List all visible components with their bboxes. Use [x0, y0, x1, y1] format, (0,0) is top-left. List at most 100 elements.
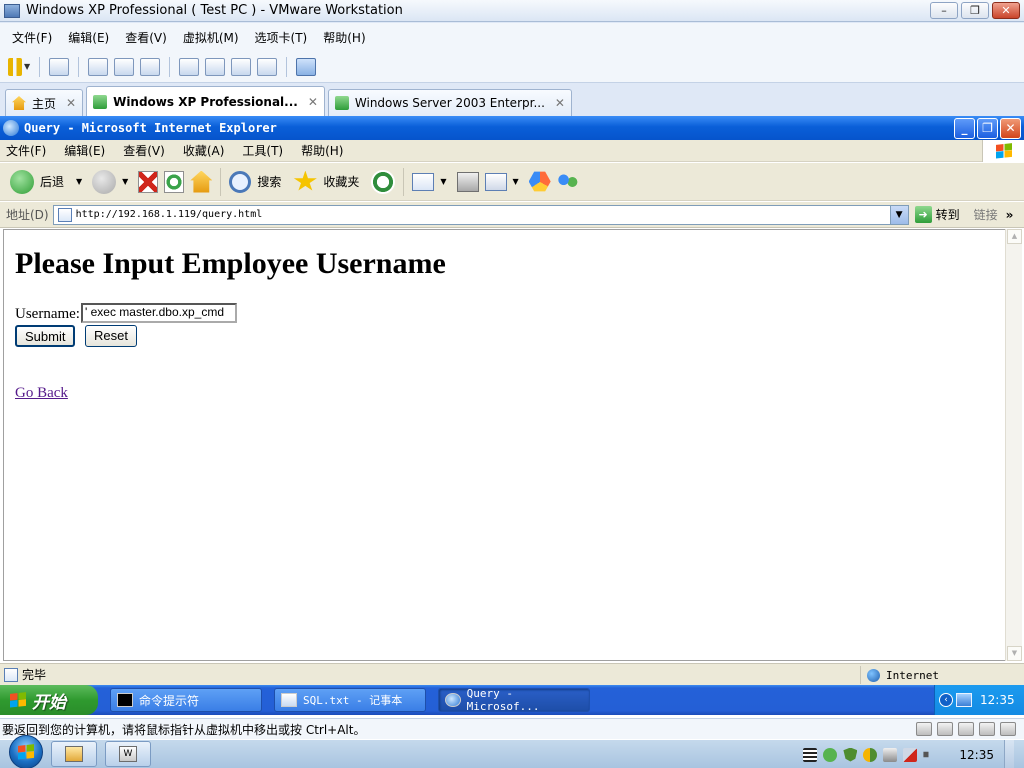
username-input[interactable]: ' exec master.dbo.xp_cmd [80, 303, 237, 323]
xp-taskbar: 开始 命令提示符 SQL.txt - 记事本 Query - Microsof.… [0, 685, 1024, 715]
network-icon[interactable] [956, 693, 972, 707]
reset-button[interactable]: Reset [85, 325, 137, 347]
snapshot-manager-icon[interactable] [140, 57, 161, 76]
ie-menu-tools[interactable]: 工具(T) [242, 142, 283, 159]
zone-text: Internet [886, 668, 939, 682]
links-chevron-icon[interactable]: » [1006, 208, 1014, 222]
xp-clock: 12:35 [980, 693, 1015, 707]
guest-screen[interactable]: Query - Microsoft Internet Explorer _ ❐ … [0, 116, 1024, 718]
scroll-up-icon[interactable]: ▲ [1007, 229, 1022, 244]
mail-dropdown-icon[interactable]: ▼ [440, 177, 446, 186]
ie-menu-favorites[interactable]: 收藏(A) [183, 142, 225, 159]
edit-dropdown-icon[interactable]: ▼ [513, 177, 519, 186]
research-icon[interactable] [528, 171, 551, 192]
back-button-label[interactable]: 后退 [40, 173, 64, 190]
tray-expand-icon[interactable]: ‹ [939, 693, 953, 707]
ie-menu-help[interactable]: 帮助(H) [301, 142, 343, 159]
forward-dropdown-icon[interactable]: ▼ [122, 177, 128, 186]
tab-close-icon[interactable]: ✕ [555, 96, 565, 110]
scroll-down-icon[interactable]: ▼ [1007, 646, 1022, 661]
taskbar-item-label: 命令提示符 [139, 693, 200, 708]
pause-dropdown-icon[interactable]: ▼ [24, 62, 30, 71]
ie-menubar: 文件(F) 编辑(E) 查看(V) 收藏(A) 工具(T) 帮助(H) [0, 140, 1024, 162]
ie-restore-button[interactable]: ❐ [977, 118, 998, 139]
network-adapter-icon[interactable] [958, 722, 974, 736]
vmware-close-button[interactable]: ✕ [992, 2, 1020, 19]
ie-minimize-button[interactable]: _ [954, 118, 975, 139]
message-log-icon[interactable] [1000, 722, 1016, 736]
usb-icon[interactable] [979, 722, 995, 736]
address-input[interactable]: http://192.168.1.119/query.html ▼ [52, 204, 909, 225]
back-arrow-icon[interactable] [10, 169, 34, 194]
tab-close-icon[interactable]: ✕ [66, 96, 76, 110]
stop-icon[interactable] [138, 170, 159, 193]
ie-menu-view[interactable]: 查看(V) [123, 142, 165, 159]
vmware-minimize-button[interactable]: – [930, 2, 958, 19]
address-dropdown-icon[interactable]: ▼ [889, 205, 908, 224]
address-url[interactable]: http://192.168.1.119/query.html [76, 209, 263, 220]
film-icon[interactable] [803, 747, 818, 762]
snapshot-icon[interactable] [88, 57, 109, 76]
home-icon[interactable] [190, 170, 213, 193]
quick-switch-icon[interactable] [205, 57, 226, 76]
vmware-menu-help[interactable]: 帮助(H) [317, 29, 371, 46]
show-sidebar-icon[interactable] [179, 57, 200, 76]
print-icon[interactable] [456, 171, 479, 192]
taskbar-item-ie[interactable]: Query - Microsof... [438, 687, 590, 713]
mail-icon[interactable] [412, 172, 435, 191]
globe-icon [867, 668, 880, 682]
status-dot-icon[interactable] [823, 747, 838, 762]
tab-home[interactable]: 主页 ✕ [5, 89, 84, 116]
tab-close-icon[interactable]: ✕ [308, 95, 318, 109]
go-back-link[interactable]: Go Back [15, 385, 68, 402]
unity-icon[interactable] [257, 57, 278, 76]
refresh-icon[interactable] [164, 170, 185, 193]
hard-disk-icon[interactable] [916, 722, 932, 736]
sync-icon[interactable] [863, 747, 878, 762]
network-disconnected-icon[interactable] [903, 747, 918, 762]
host-clock[interactable]: 12:35 [959, 748, 994, 762]
go-button[interactable]: ➜ 转到 [914, 206, 960, 223]
pinned-vmware[interactable]: W [105, 741, 151, 767]
toolbar-separator [169, 56, 171, 77]
taskbar-item-notepad[interactable]: SQL.txt - 记事本 [274, 688, 426, 712]
ie-close-button[interactable]: ✕ [1000, 118, 1021, 139]
shield-icon[interactable] [843, 747, 858, 762]
ie-menu-file[interactable]: 文件(F) [6, 142, 46, 159]
vertical-scrollbar[interactable]: ▲ ▼ [1005, 229, 1022, 661]
ie-menu-edit[interactable]: 编辑(E) [64, 142, 105, 159]
tab-windows-server-2003[interactable]: Windows Server 2003 Enterpr... ✕ [327, 89, 572, 116]
pause-icon[interactable] [8, 57, 22, 76]
vmware-menu-edit[interactable]: 编辑(E) [62, 29, 115, 46]
send-ctrl-alt-del-icon[interactable] [49, 57, 70, 76]
host-start-button[interactable] [9, 735, 43, 768]
vmware-menu-view[interactable]: 查看(V) [119, 29, 173, 46]
pinned-explorer[interactable] [51, 741, 97, 767]
edit-icon[interactable] [484, 172, 507, 191]
forward-arrow-icon[interactable] [92, 169, 117, 194]
start-button[interactable]: 开始 [0, 685, 98, 715]
history-icon[interactable] [371, 169, 396, 194]
favorites-star-icon[interactable] [293, 170, 317, 191]
revert-snapshot-icon[interactable] [114, 57, 135, 76]
submit-button[interactable]: Submit [15, 325, 76, 347]
messenger-icon[interactable] [556, 170, 579, 193]
links-button[interactable]: 链接 [974, 206, 998, 223]
vmware-menu-vm[interactable]: 虚拟机(M) [177, 29, 245, 46]
search-icon[interactable] [229, 170, 252, 193]
windows-flag-icon [18, 744, 34, 760]
tab-windows-xp[interactable]: Windows XP Professional... ✕ [86, 86, 325, 116]
console-view-icon[interactable] [296, 57, 317, 76]
volume-icon[interactable] [923, 747, 935, 762]
favorites-button-label[interactable]: 收藏夹 [323, 173, 359, 190]
vmware-restore-button[interactable]: ❐ [961, 2, 989, 19]
vmware-menu-file[interactable]: 文件(F) [6, 29, 58, 46]
back-dropdown-icon[interactable]: ▼ [76, 177, 82, 186]
clipboard-icon[interactable] [883, 747, 898, 762]
cd-rom-icon[interactable] [937, 722, 953, 736]
search-button-label[interactable]: 搜索 [257, 173, 281, 190]
fullscreen-icon[interactable] [231, 57, 252, 76]
show-desktop-button[interactable] [1004, 740, 1014, 768]
taskbar-item-cmd[interactable]: 命令提示符 [110, 688, 262, 712]
vmware-menu-tabs[interactable]: 选项卡(T) [249, 29, 314, 46]
